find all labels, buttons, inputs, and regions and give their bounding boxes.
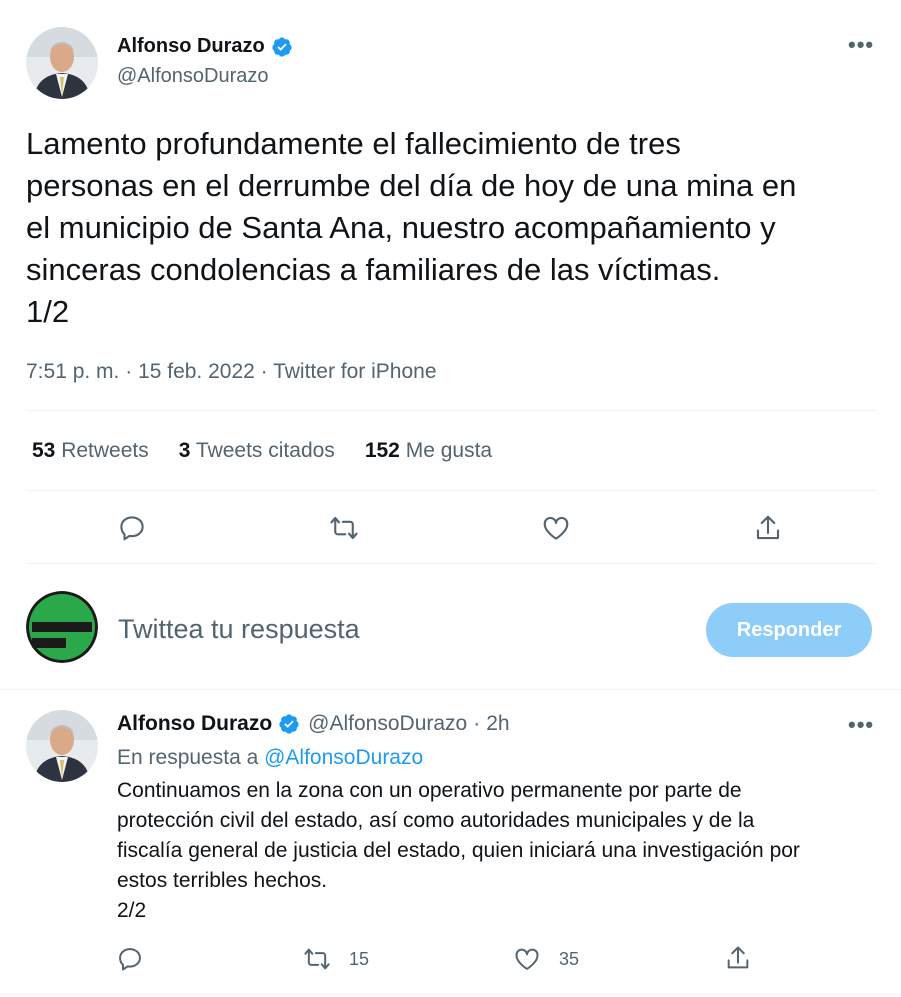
share-icon[interactable] — [724, 944, 754, 974]
share-icon[interactable] — [753, 513, 783, 543]
quotes-count: 3 — [178, 439, 191, 462]
retweets-stat[interactable]: 53 Retweets — [32, 439, 149, 463]
quotes-label: Tweets citados — [195, 439, 335, 462]
reply-text-line: 2/2 — [117, 899, 147, 922]
retweets-count: 53 — [32, 439, 56, 462]
retweet-count: 15 — [349, 948, 370, 969]
reply-text-line: fiscalía general de justicia del estado,… — [117, 839, 800, 862]
tweet-text-line: personas en el derrumbe del día de hoy d… — [26, 168, 797, 203]
verified-badge-icon — [278, 713, 300, 735]
reply-to-label: En respuesta a — [117, 746, 259, 769]
retweet-action[interactable]: 15 — [303, 945, 369, 973]
divider — [0, 689, 901, 690]
author-avatar[interactable] — [26, 27, 98, 99]
divider — [26, 490, 876, 491]
retweets-label: Retweets — [61, 439, 149, 462]
quotes-stat[interactable]: 3 Tweets citados — [179, 439, 335, 463]
divider — [26, 410, 876, 411]
reply-author-avatar[interactable] — [26, 710, 98, 782]
reply-to-handle-link[interactable]: @AlfonsoDurazo — [264, 746, 423, 769]
tweet-text-line: sinceras condolencias a familiares de la… — [26, 252, 721, 287]
tweet-text-line: 1/2 — [26, 294, 70, 329]
reply-icon[interactable] — [116, 945, 146, 975]
verified-badge-icon — [271, 36, 293, 58]
likes-stat[interactable]: 152 Me gusta — [365, 439, 492, 463]
reply-text-line: estos terribles hechos. — [117, 869, 328, 892]
author-handle[interactable]: @AlfonsoDurazo — [117, 65, 268, 88]
like-count: 35 — [559, 948, 580, 969]
reply-author-handle[interactable]: @AlfonsoDurazo — [308, 712, 467, 736]
user-avatar[interactable] — [26, 591, 98, 663]
tweet-text-line: Lamento profundamente el fallecimiento d… — [26, 126, 681, 161]
like-icon[interactable] — [541, 513, 571, 543]
likes-count: 152 — [364, 439, 400, 462]
reply-input[interactable]: Twittea tu respuesta — [118, 614, 360, 645]
more-icon[interactable]: ••• — [848, 712, 874, 738]
author-name[interactable]: Alfonso Durazo — [117, 35, 265, 58]
divider — [0, 994, 901, 995]
reply-icon[interactable] — [117, 513, 147, 543]
reply-author-name[interactable]: Alfonso Durazo — [117, 712, 272, 736]
tweet-timestamp[interactable]: 7:51 p. m. · 15 feb. 2022 · Twitter for … — [26, 360, 437, 384]
likes-label: Me gusta — [405, 439, 493, 462]
like-icon[interactable] — [513, 945, 541, 973]
reply-header: Alfonso Durazo @AlfonsoDurazo · 2h — [117, 712, 510, 736]
author-name-row[interactable]: Alfonso Durazo — [117, 35, 293, 58]
separator-dot: · — [473, 712, 481, 735]
tweet-text-line: el municipio de Santa Ana, nuestro acomp… — [26, 210, 776, 245]
like-action[interactable]: 35 — [513, 945, 579, 973]
reply-button[interactable]: Responder — [706, 603, 872, 657]
more-icon[interactable]: ••• — [848, 32, 874, 58]
tweet-stats: 53 Retweets 3 Tweets citados 152 Me gust… — [32, 439, 492, 463]
retweet-icon[interactable] — [329, 513, 359, 543]
reply-text: Continuamos en la zona con un operativo … — [117, 776, 877, 926]
retweet-icon[interactable] — [303, 945, 331, 973]
divider — [26, 563, 876, 564]
reply-text-line: Continuamos en la zona con un operativo … — [117, 779, 742, 802]
reply-time[interactable]: 2h — [486, 712, 509, 736]
tweet-text: Lamento profundamente el fallecimiento d… — [26, 123, 886, 333]
reply-to-line: En respuesta a @AlfonsoDurazo — [117, 746, 423, 770]
reply-text-line: protección civil del estado, así como au… — [117, 809, 755, 832]
